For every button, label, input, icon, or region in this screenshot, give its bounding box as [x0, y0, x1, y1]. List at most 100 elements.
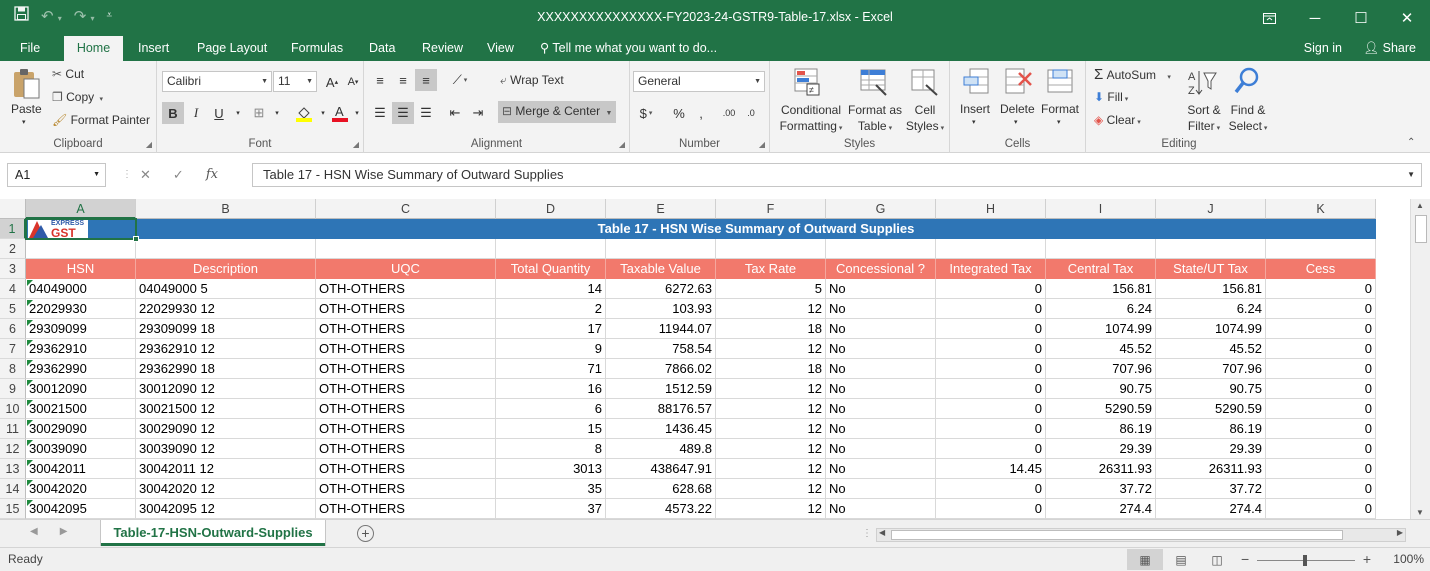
table-cell[interactable]: OTH-OTHERS [316, 359, 496, 379]
italic-icon[interactable]: I [185, 102, 207, 124]
table-cell[interactable]: 0 [936, 399, 1046, 419]
row-header[interactable]: 4 [0, 279, 26, 299]
table-cell[interactable]: No [826, 339, 936, 359]
table-cell[interactable]: 4573.22 [606, 499, 716, 519]
number-as-text-indicator[interactable] [27, 460, 33, 466]
table-cell[interactable]: OTH-OTHERS [316, 299, 496, 319]
table-cell[interactable]: 274.4 [1046, 499, 1156, 519]
table-cell[interactable]: 0 [936, 499, 1046, 519]
number-as-text-indicator[interactable] [27, 360, 33, 366]
table-cell[interactable]: No [826, 499, 936, 519]
number-launcher-icon[interactable]: ◢ [759, 140, 765, 149]
table-cell[interactable]: 30039090 [26, 439, 136, 459]
table-cell[interactable]: 0 [1266, 299, 1376, 319]
table-cell[interactable]: 0 [1266, 379, 1376, 399]
table-cell[interactable]: 1074.99 [1156, 319, 1266, 339]
table-cell[interactable]: 30012090 12 [136, 379, 316, 399]
fill-handle[interactable] [133, 236, 139, 242]
select-all-corner[interactable] [0, 199, 26, 219]
sheet-prev-icon[interactable]: ◀ [30, 526, 38, 537]
table-cell[interactable]: 11944.07 [606, 319, 716, 339]
table-cell[interactable]: 12 [716, 379, 826, 399]
table-cell[interactable]: 88176.57 [606, 399, 716, 419]
table-cell[interactable]: 30012090 [26, 379, 136, 399]
format-as-table-button[interactable]: Format as Table ▾ [846, 102, 904, 137]
table-cell[interactable]: 707.96 [1046, 359, 1156, 379]
table-cell[interactable]: 37 [496, 499, 606, 519]
confirm-entry-icon[interactable]: ✓ [173, 167, 184, 183]
zoom-slider[interactable]: − + [1241, 551, 1371, 568]
table-cell[interactable]: 30042011 12 [136, 459, 316, 479]
empty-cell[interactable] [1266, 239, 1376, 259]
table-cell[interactable]: 0 [936, 439, 1046, 459]
table-cell[interactable]: No [826, 419, 936, 439]
table-cell[interactable]: 22029930 [26, 299, 136, 319]
table-header-cell[interactable]: HSN [26, 259, 136, 279]
table-cell[interactable]: 90.75 [1156, 379, 1266, 399]
table-cell[interactable]: 12 [716, 479, 826, 499]
clear-button[interactable]: ◈ Clear ▾ [1094, 113, 1141, 127]
table-cell[interactable]: 30042011 [26, 459, 136, 479]
table-cell[interactable]: 0 [1266, 359, 1376, 379]
table-cell[interactable]: 18 [716, 319, 826, 339]
align-bottom-icon[interactable]: ≡ [415, 69, 437, 91]
number-as-text-indicator[interactable] [27, 420, 33, 426]
table-cell[interactable]: 86.19 [1156, 419, 1266, 439]
table-cell[interactable]: 14 [496, 279, 606, 299]
empty-cell[interactable] [26, 239, 136, 259]
table-cell[interactable]: 15 [496, 419, 606, 439]
share-button[interactable]: 👤︎ Share [1355, 37, 1424, 60]
align-middle-icon[interactable]: ≡ [392, 69, 414, 91]
table-cell[interactable]: No [826, 379, 936, 399]
table-cell[interactable]: 274.4 [1156, 499, 1266, 519]
font-name-combo[interactable]: Calibri ▼ [162, 71, 272, 92]
sheet-tab-active[interactable]: Table-17-HSN-Outward-Supplies [101, 520, 325, 546]
delete-dropdown-icon[interactable]: ▾ [1014, 118, 1018, 126]
tab-review[interactable]: Review [412, 36, 473, 61]
table-cell[interactable]: 0 [936, 319, 1046, 339]
table-cell[interactable]: 26311.93 [1156, 459, 1266, 479]
table-cell[interactable]: 22029930 12 [136, 299, 316, 319]
row-header[interactable]: 1 [0, 219, 26, 239]
tab-file[interactable]: File [10, 36, 50, 61]
table-cell[interactable]: 37.72 [1156, 479, 1266, 499]
column-header[interactable]: J [1156, 199, 1266, 219]
row-header[interactable]: 15 [0, 499, 26, 519]
fill-button[interactable]: ⬇ Fill ▾ [1094, 90, 1128, 104]
row-header[interactable]: 10 [0, 399, 26, 419]
table-cell[interactable]: No [826, 319, 936, 339]
tab-split-handle-icon[interactable]: ⋮ [862, 528, 872, 539]
table-cell[interactable]: 12 [716, 299, 826, 319]
tab-insert[interactable]: Insert [128, 36, 179, 61]
insert-dropdown-icon[interactable]: ▾ [972, 118, 976, 126]
conditional-formatting-button[interactable]: Conditional Formatting ▾ [779, 102, 843, 137]
table-cell[interactable]: 438647.91 [606, 459, 716, 479]
table-cell[interactable]: 7866.02 [606, 359, 716, 379]
row-header[interactable]: 14 [0, 479, 26, 499]
table-cell[interactable]: 30039090 12 [136, 439, 316, 459]
number-as-text-indicator[interactable] [27, 440, 33, 446]
table-cell[interactable]: 0 [1266, 459, 1376, 479]
row-header[interactable]: 11 [0, 419, 26, 439]
increase-font-icon[interactable]: A ▴ [321, 71, 343, 93]
empty-cell[interactable] [716, 239, 826, 259]
sheet-title-band[interactable]: Table 17 - HSN Wise Summary of Outward S… [136, 219, 1376, 239]
table-cell[interactable]: 9 [496, 339, 606, 359]
table-cell[interactable]: 0 [1266, 439, 1376, 459]
alignment-launcher-icon[interactable]: ◢ [619, 140, 625, 149]
vertical-scroll-thumb[interactable] [1415, 215, 1427, 243]
number-format-combo[interactable]: General ▼ [633, 71, 765, 92]
row-header[interactable]: 3 [0, 259, 26, 279]
table-cell[interactable]: 5290.59 [1156, 399, 1266, 419]
cell-styles-button[interactable]: Cell Styles ▾ [904, 102, 946, 137]
table-cell[interactable]: 04049000 [26, 279, 136, 299]
table-cell[interactable]: OTH-OTHERS [316, 399, 496, 419]
table-cell[interactable]: 0 [936, 359, 1046, 379]
table-cell[interactable]: 6.24 [1046, 299, 1156, 319]
column-header[interactable]: H [936, 199, 1046, 219]
zoom-in-icon[interactable]: + [1363, 551, 1371, 567]
align-left-icon[interactable]: ☰ [369, 102, 391, 124]
table-cell[interactable]: 30021500 [26, 399, 136, 419]
table-cell[interactable]: No [826, 459, 936, 479]
merge-center-button[interactable]: ⊟ Merge & Center ▼ [498, 101, 617, 123]
